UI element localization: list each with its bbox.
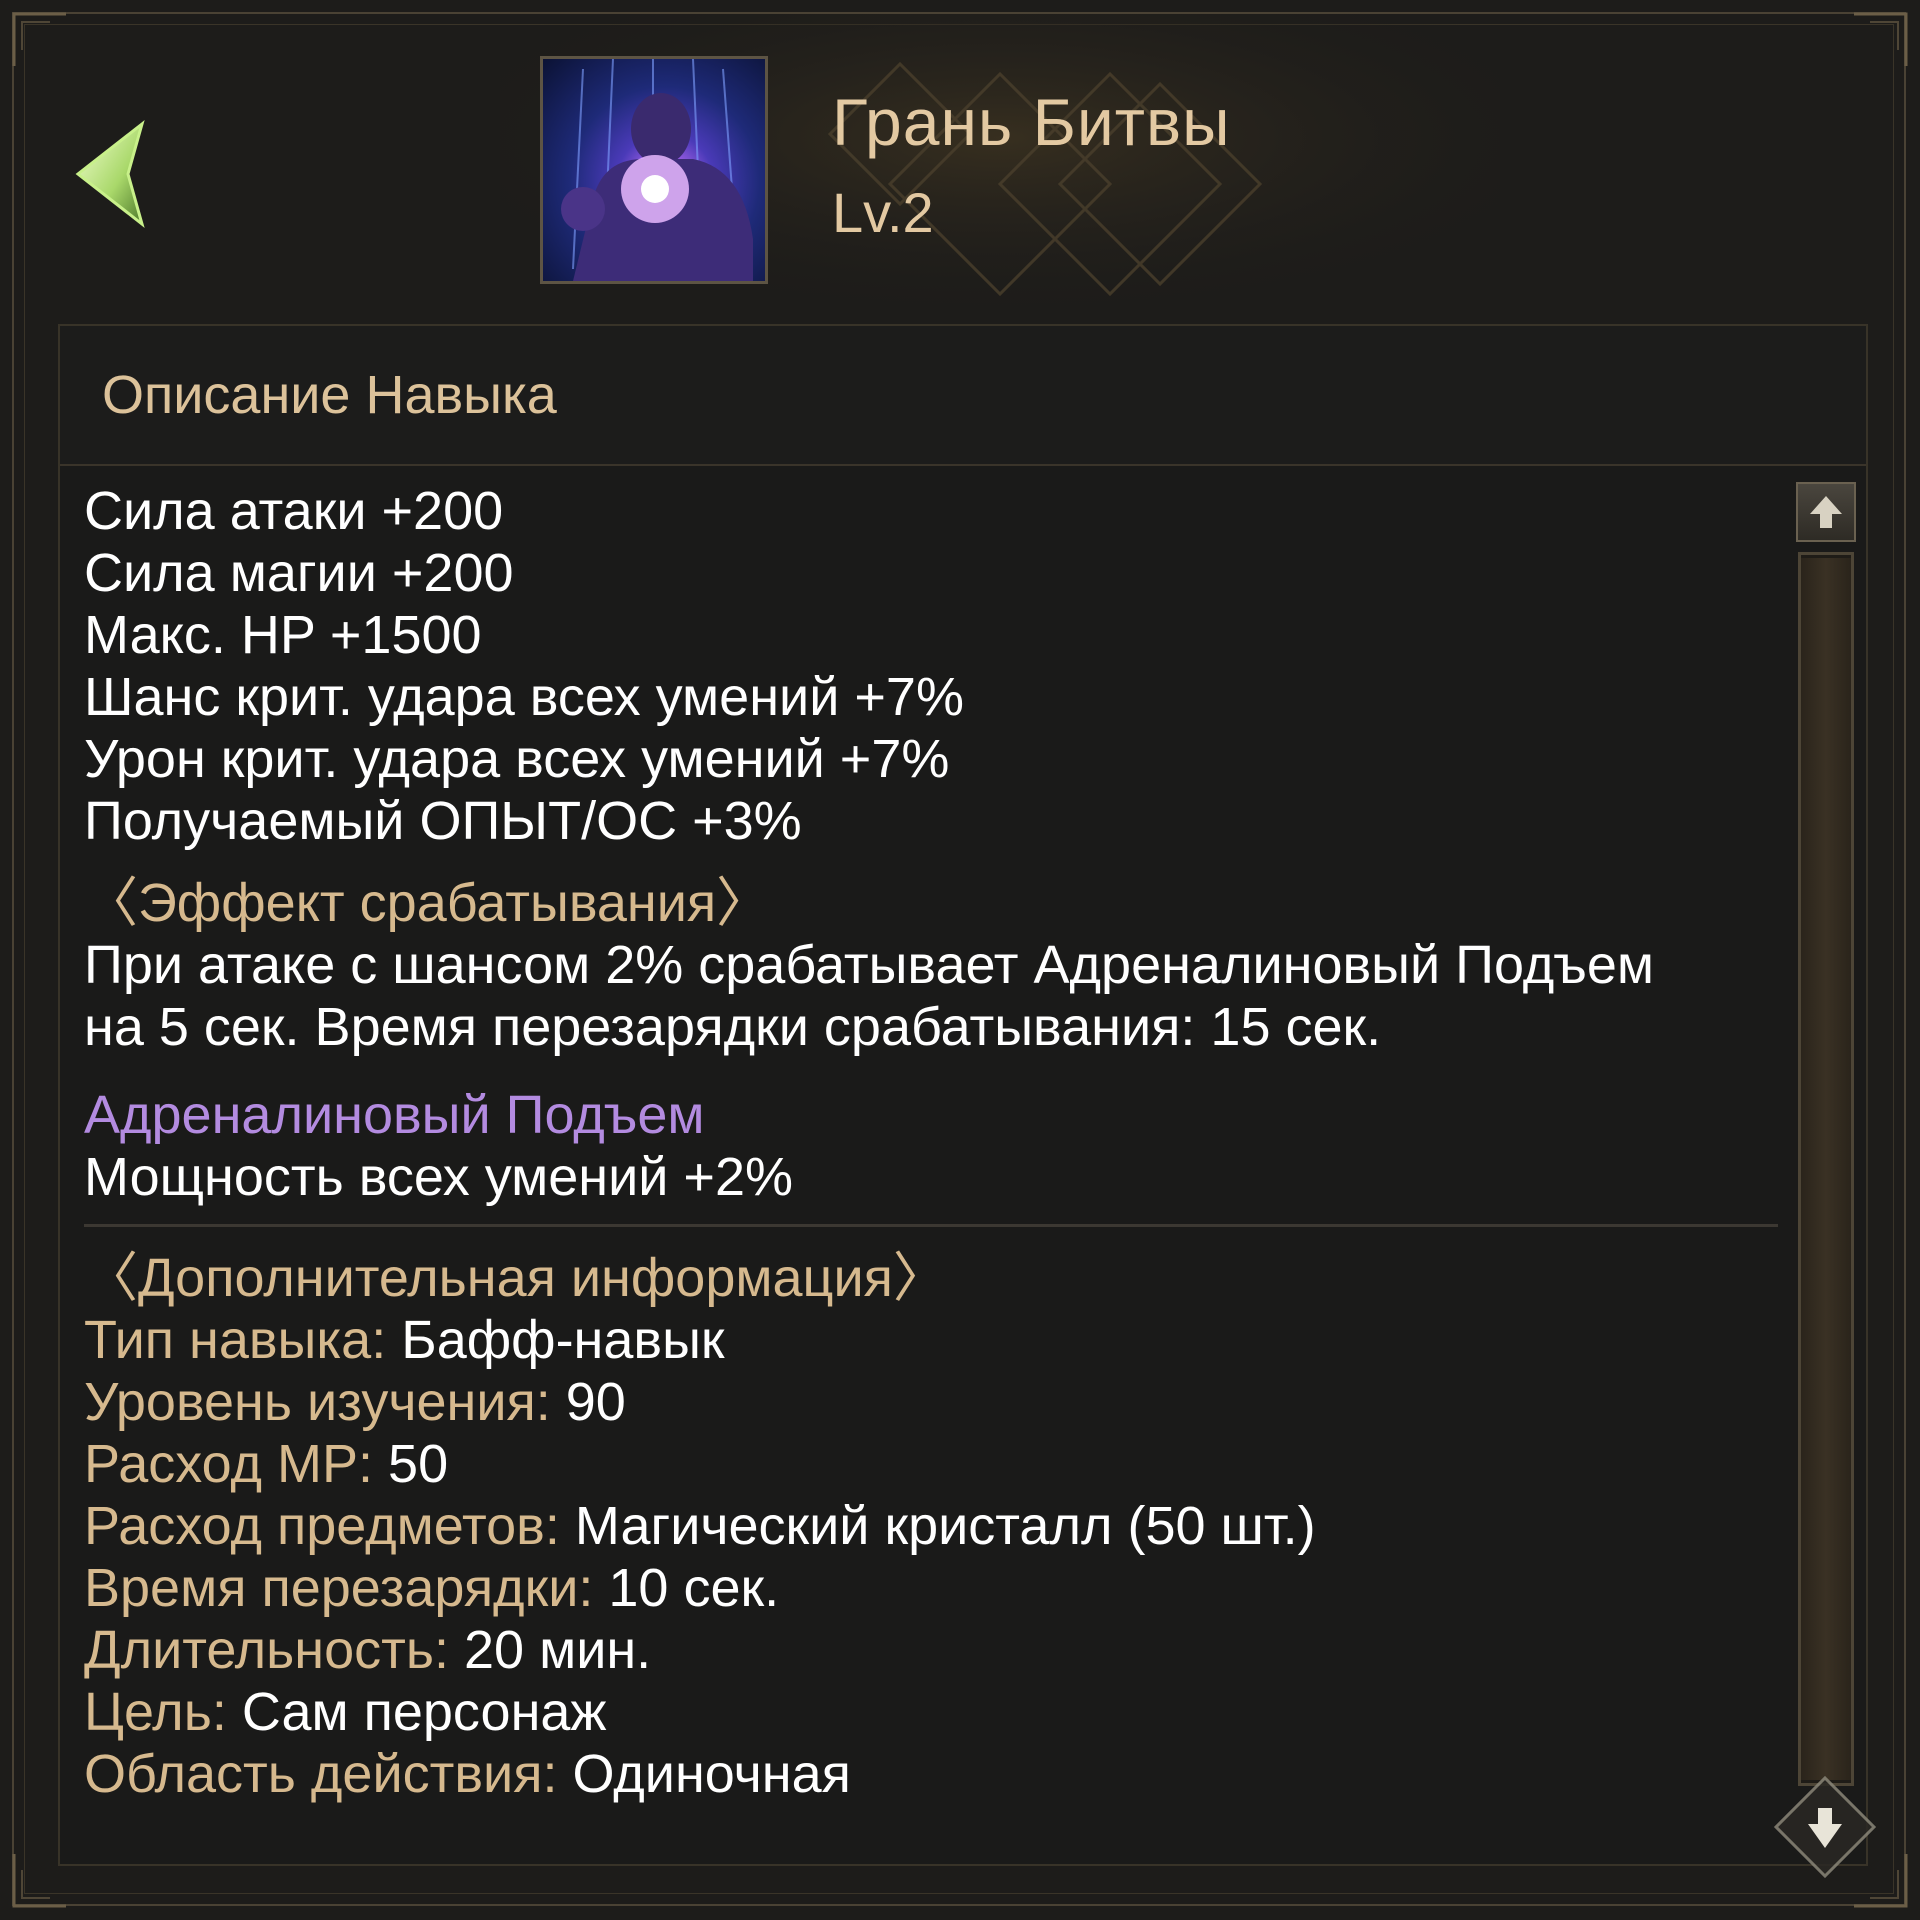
buff-effect: Мощность всех умений +2% <box>84 1147 793 1207</box>
info-value: Сам персонаж <box>241 1682 607 1742</box>
skill-description: Сила атаки +200 Сила магии +200 Макс. HP… <box>84 480 1778 1805</box>
info-label: Тип навыка: <box>84 1310 387 1370</box>
skill-battle-edge-icon <box>540 56 768 284</box>
trigger-effect-heading: 〈Эффект срабатывания〉 <box>84 873 771 933</box>
panel-title: Описание Навыка <box>102 365 557 425</box>
info-row-mp-cost: Расход MP: 50 <box>84 1433 1774 1495</box>
info-row-learn-level: Уровень изучения: 90 <box>84 1371 1774 1433</box>
info-row-duration: Длительность: 20 мин. <box>84 1619 1774 1681</box>
info-label: Время перезарядки: <box>84 1558 594 1618</box>
buff-name: Адреналиновый Подъем <box>84 1085 705 1145</box>
additional-info-heading: 〈Дополнительная информация〉 <box>84 1248 947 1308</box>
scroll-down-diamond-icon[interactable] <box>1770 1772 1880 1882</box>
corner-ornament-icon <box>12 12 66 66</box>
section-divider <box>84 1224 1778 1227</box>
info-label: Область действия: <box>84 1744 558 1804</box>
info-value: Одиночная <box>572 1744 851 1804</box>
scroll-up-button[interactable] <box>1796 482 1856 542</box>
arrow-up-icon <box>1810 496 1842 528</box>
skill-info-window: Грань Битвы Lv.2 Описание Навыка Сила ат… <box>0 0 1920 1920</box>
skill-level: Lv.2 <box>832 181 934 244</box>
info-row-target: Цель: Сам персонаж <box>84 1681 1774 1743</box>
info-value: 10 сек. <box>608 1558 780 1618</box>
info-label: Длительность: <box>84 1620 449 1680</box>
skill-name: Грань Битвы <box>832 85 1231 159</box>
info-value: Магический кристалл (50 шт.) <box>574 1496 1316 1556</box>
info-value: Бафф-навык <box>401 1310 725 1370</box>
info-value: 50 <box>388 1434 449 1494</box>
info-value: 90 <box>565 1372 626 1432</box>
back-arrow-icon[interactable] <box>72 118 162 228</box>
info-row-area: Область действия: Одиночная <box>84 1743 1774 1805</box>
info-row-item-cost: Расход предметов: Магический кристалл (5… <box>84 1495 1774 1557</box>
scrollbar-thumb[interactable] <box>1801 558 1851 1780</box>
info-label: Цель: <box>84 1682 227 1742</box>
stat-line: Шанс крит. удара всех умений +7% <box>84 667 964 727</box>
info-label: Расход предметов: <box>84 1496 560 1556</box>
corner-ornament-icon <box>1854 12 1908 66</box>
stat-line: Сила магии +200 <box>84 543 514 603</box>
info-row-skill-type: Тип навыка: Бафф-навык <box>84 1309 1774 1371</box>
info-value: 20 мин. <box>464 1620 652 1680</box>
stat-line: Урон крит. удара всех умений +7% <box>84 729 950 789</box>
info-label: Расход MP: <box>84 1434 374 1494</box>
info-label: Уровень изучения: <box>84 1372 551 1432</box>
trigger-effect-line: При атаке с шансом 2% срабатывает Адрена… <box>84 935 1655 995</box>
info-row-cooldown: Время перезарядки: 10 сек. <box>84 1557 1774 1619</box>
trigger-effect-line: на 5 сек. Время перезарядки срабатывания… <box>84 997 1382 1057</box>
stat-line: Сила атаки +200 <box>84 481 504 541</box>
stat-line: Макс. HP +1500 <box>84 605 482 665</box>
stat-line: Получаемый ОПЫТ/ОС +3% <box>84 791 802 851</box>
